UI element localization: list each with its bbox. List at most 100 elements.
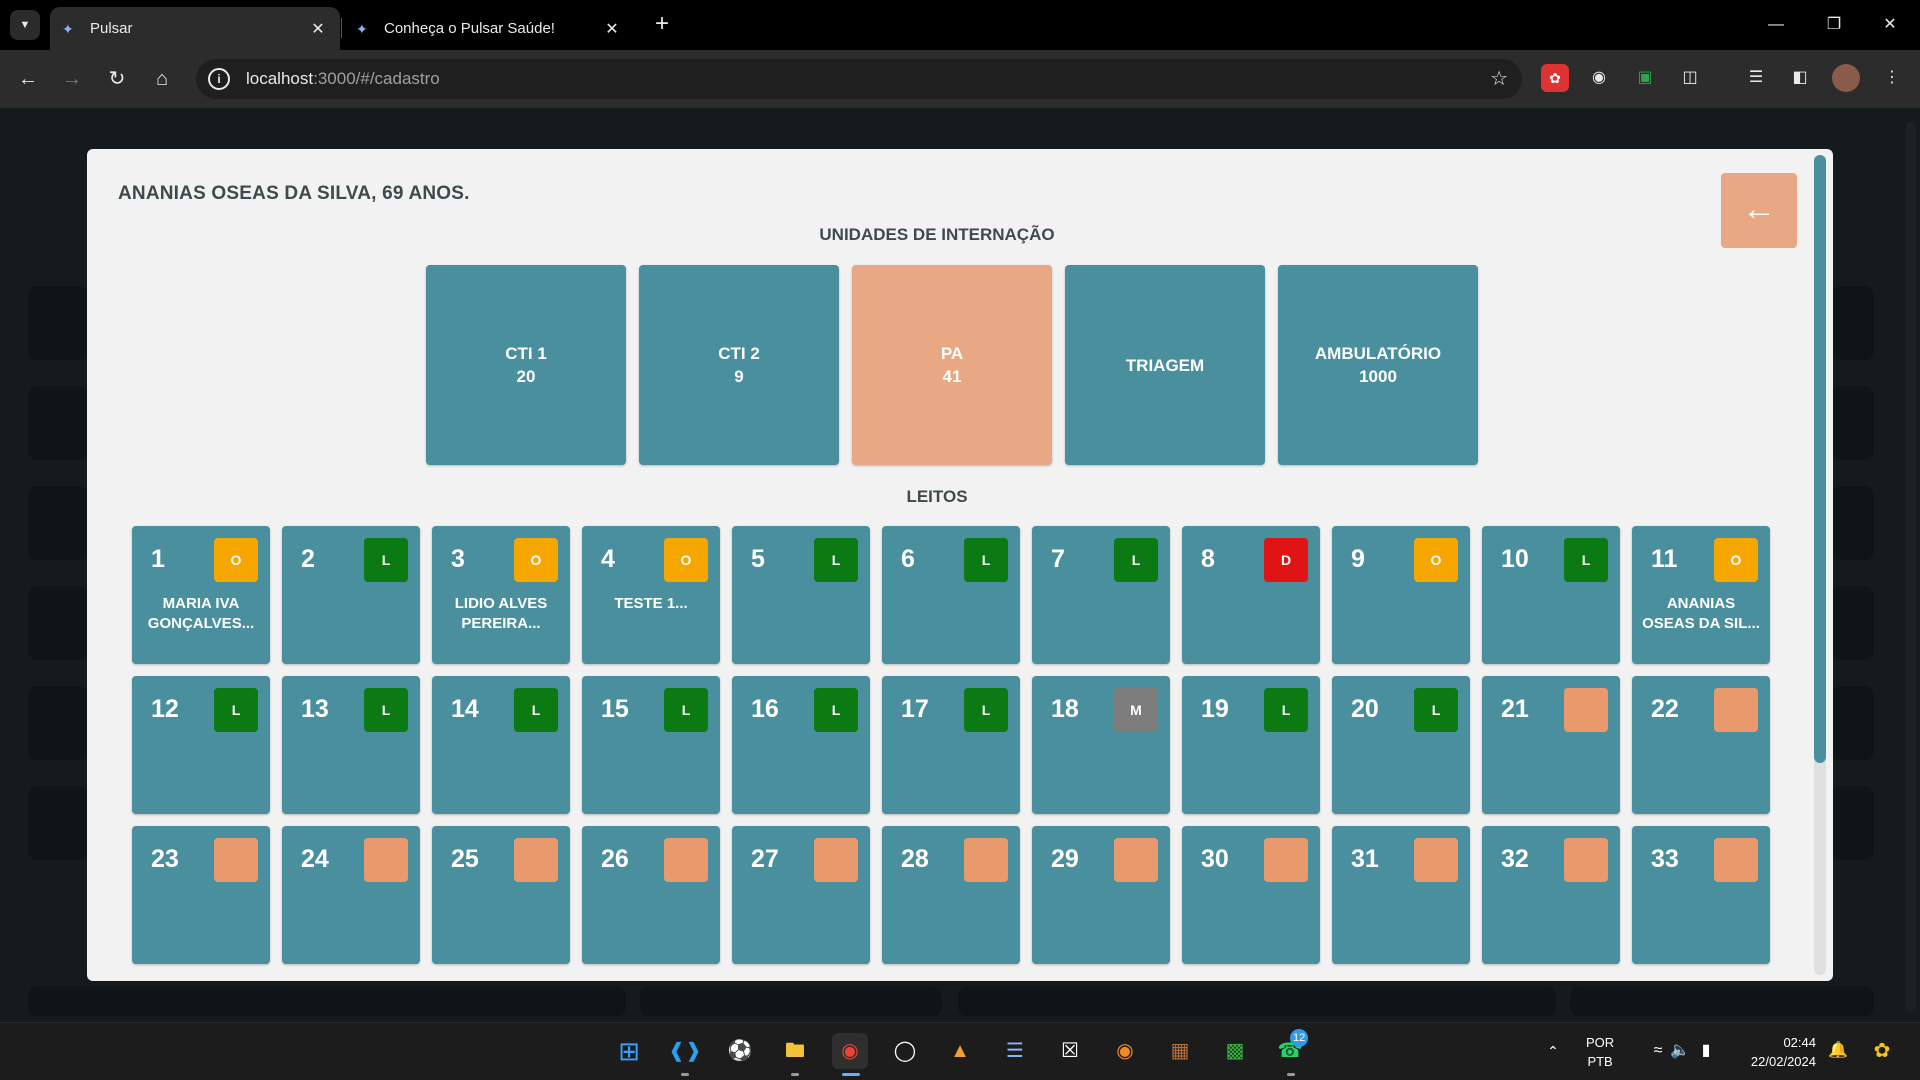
bed-card-31[interactable]: 31 — [1332, 826, 1470, 964]
running-indicator — [791, 1073, 799, 1076]
tab-search-button[interactable]: ▼ — [10, 10, 40, 40]
unit-card-cti2[interactable]: CTI 2 9 — [639, 265, 839, 465]
extensions-puzzle-icon[interactable]: ◫ — [1676, 64, 1704, 92]
unit-name: CTI 2 — [718, 344, 760, 363]
chrome-icon[interactable]: ◉ — [832, 1033, 868, 1069]
patient-header: ANANIAS OSEAS DA SILVA, 69 ANOS. — [118, 183, 470, 204]
bed-card-14[interactable]: 14 L — [432, 676, 570, 814]
bed-card-26[interactable]: 26 — [582, 826, 720, 964]
background-card — [1832, 486, 1874, 560]
page-scrollbar[interactable] — [1906, 122, 1916, 1012]
url-text: localhost:3000/#/cadastro — [246, 69, 440, 89]
obs-icon[interactable]: ◯ — [887, 1033, 923, 1069]
bed-card-30[interactable]: 30 — [1182, 826, 1320, 964]
site-info-icon[interactable]: i — [208, 68, 230, 90]
minimize-icon[interactable]: — — [1754, 10, 1798, 40]
restore-icon[interactable]: ❐ — [1812, 10, 1856, 40]
bed-card-8[interactable]: 8D — [1182, 526, 1320, 664]
bed-number: 32 — [1501, 845, 1529, 873]
bed-number: 30 — [1201, 845, 1229, 873]
bed-card-2[interactable]: 2L — [282, 526, 420, 664]
app-icon[interactable]: ☰ — [997, 1033, 1033, 1069]
input-language[interactable]: POR PTB — [1586, 1033, 1614, 1071]
bed-card-11[interactable]: 11 O ANANIAS OSEAS DA SIL... — [1632, 526, 1770, 664]
tab-conheca-pulsar[interactable]: ✦ Conheça o Pulsar Saúde! ✕ — [344, 7, 634, 50]
file-explorer-icon[interactable]: 🖿 — [777, 1033, 813, 1069]
bed-card-5[interactable]: 5L — [732, 526, 870, 664]
bed-card-3[interactable]: 3 O LIDIO ALVES PEREIRA... — [432, 526, 570, 664]
bed-card-13[interactable]: 13 L — [282, 676, 420, 814]
tab-pulsar[interactable]: ✦ Pulsar ✕ — [50, 7, 340, 50]
bed-card-19[interactable]: 19 L — [1182, 676, 1320, 814]
minecraft-icon[interactable]: ▩ — [1217, 1033, 1253, 1069]
bed-card-16[interactable]: 16 L — [732, 676, 870, 814]
bed-number: 15 — [601, 695, 629, 723]
bed-card-9[interactable]: 9O — [1332, 526, 1470, 664]
bed-card-17[interactable]: 17 L — [882, 676, 1020, 814]
unit-card-triagem[interactable]: TRIAGEM — [1065, 265, 1265, 465]
bookmark-star-icon[interactable]: ☆ — [1490, 66, 1508, 91]
bed-card-22[interactable]: 22 — [1632, 676, 1770, 814]
bed-card-28[interactable]: 28 — [882, 826, 1020, 964]
media-queue-icon[interactable]: ☰ — [1742, 64, 1770, 92]
bed-number: 33 — [1651, 845, 1679, 873]
capcut-icon[interactable]: ☒ — [1052, 1033, 1088, 1069]
modal-scrollbar[interactable] — [1814, 155, 1826, 975]
bed-card-23[interactable]: 23 — [132, 826, 270, 964]
bed-card-21[interactable]: 21 — [1482, 676, 1620, 814]
game-icon[interactable]: ▦ — [1162, 1033, 1198, 1069]
bed-card-29[interactable]: 29 — [1032, 826, 1170, 964]
windows-start-icon[interactable]: ⊞ — [611, 1033, 647, 1069]
bed-card-1[interactable]: 1 O MARIA IVA GONÇALVES... — [132, 526, 270, 664]
forward-arrow-icon[interactable]: → — [57, 64, 87, 94]
tray-chevron-up-icon[interactable]: ⌃ — [1535, 1033, 1571, 1069]
bed-card-12[interactable]: 12 L — [132, 676, 270, 814]
battery-icon[interactable]: ▮ — [1688, 1033, 1724, 1069]
close-tab-icon[interactable]: ✕ — [308, 19, 328, 39]
close-window-icon[interactable]: ✕ — [1868, 10, 1912, 40]
bed-card-7[interactable]: 7L — [1032, 526, 1170, 664]
bed-card-20[interactable]: 20 L — [1332, 676, 1470, 814]
copilot-icon[interactable]: ✿ — [1864, 1033, 1900, 1069]
unit-card-ambulatorio[interactable]: AMBULATÓRIO 1000 — [1278, 265, 1478, 465]
extension-target-icon[interactable]: ◉ — [1585, 64, 1613, 92]
bed-number: 28 — [901, 845, 929, 873]
vscode-icon[interactable]: ❰❱ — [667, 1033, 703, 1069]
unit-card-pa[interactable]: PA 41 — [852, 265, 1052, 465]
profile-avatar[interactable] — [1832, 64, 1860, 92]
bed-status-badge — [1714, 688, 1758, 732]
bed-card-33[interactable]: 33 — [1632, 826, 1770, 964]
reload-icon[interactable]: ↻ — [102, 64, 132, 94]
clock-time: 02:44 — [1783, 1035, 1816, 1050]
extension-screenshot-icon[interactable]: ▣ — [1631, 64, 1659, 92]
scrollbar-thumb[interactable] — [1814, 155, 1826, 763]
address-bar[interactable]: i localhost:3000/#/cadastro ☆ — [196, 59, 1522, 99]
home-icon[interactable]: ⌂ — [147, 64, 177, 94]
bed-card-10[interactable]: 10 L — [1482, 526, 1620, 664]
soccer-app-icon[interactable]: ⚽ — [722, 1033, 758, 1069]
app-icon[interactable]: ▲ — [942, 1033, 978, 1069]
close-tab-icon[interactable]: ✕ — [602, 19, 622, 39]
bed-card-27[interactable]: 27 — [732, 826, 870, 964]
unit-card-cti1[interactable]: CTI 1 20 — [426, 265, 626, 465]
bed-card-32[interactable]: 32 — [1482, 826, 1620, 964]
notification-bell-icon[interactable]: 🔔 — [1820, 1033, 1856, 1069]
extension-red-icon[interactable]: ✿ — [1541, 64, 1569, 92]
bed-status-badge: L — [364, 688, 408, 732]
blender-icon[interactable]: ◉ — [1107, 1033, 1143, 1069]
bed-card-6[interactable]: 6L — [882, 526, 1020, 664]
bed-card-15[interactable]: 15 L — [582, 676, 720, 814]
side-panel-icon[interactable]: ◧ — [1786, 64, 1814, 92]
back-arrow-icon[interactable]: ← — [13, 64, 43, 94]
background-card — [28, 486, 88, 560]
bed-card-4[interactable]: 4 O TESTE 1... — [582, 526, 720, 664]
bed-card-24[interactable]: 24 — [282, 826, 420, 964]
bed-status-badge — [1264, 838, 1308, 882]
system-clock[interactable]: 02:44 22/02/2024 — [1732, 1033, 1816, 1071]
bed-status-badge: M — [1114, 688, 1158, 732]
bed-card-25[interactable]: 25 — [432, 826, 570, 964]
bed-number: 31 — [1351, 845, 1379, 873]
bed-card-18[interactable]: 18 M — [1032, 676, 1170, 814]
browser-menu-icon[interactable]: ⋮ — [1878, 64, 1906, 92]
new-tab-button[interactable]: + — [648, 11, 676, 39]
